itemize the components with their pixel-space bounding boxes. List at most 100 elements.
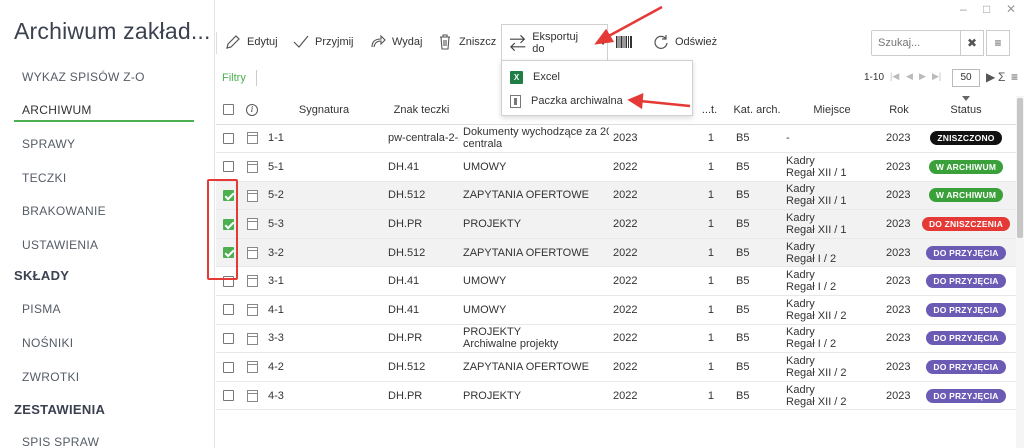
folder-icon [246, 275, 258, 288]
table-row[interactable]: 4-1 DH.41 UMOWY 2022 1 B5 Kadry Regał XII / 2 20… [216, 295, 1016, 325]
folder-icon [246, 132, 258, 145]
first-page-icon[interactable]: |◀ [890, 71, 899, 82]
refresh-button[interactable]: Odśwież [652, 30, 717, 54]
table-row[interactable]: 5-3 DH.PR PROJEKTY 2022 1 B5 Kadry Regał XII / … [216, 209, 1016, 239]
issue-button[interactable]: Wydaj [369, 30, 422, 54]
row-title-cell: PROJEKTY [459, 209, 609, 239]
filters-link[interactable]: Filtry [222, 72, 246, 84]
row-signature: 1-1 [264, 124, 384, 154]
row-checkbox[interactable] [222, 390, 234, 402]
status-badge: W ARCHIWUM [928, 159, 1004, 174]
sidebar-item-nośniki[interactable]: NOŚNIKI [22, 336, 73, 350]
sidebar-item-pisma[interactable]: PISMA [22, 302, 61, 316]
row-place: Kadry [786, 240, 815, 253]
table-row[interactable]: 1-1pw-centrala-2-20Dokumenty wychodzące … [216, 124, 1016, 154]
search-input[interactable] [871, 30, 961, 56]
table-row[interactable]: 5-1 DH.41 UMOWY 2022 1 B5 Kadry Regał XII / 1 20… [216, 152, 1016, 182]
sidebar-item-ustawienia[interactable]: USTAWIENIA [22, 238, 98, 252]
export-button[interactable]: Eksportuj do [501, 24, 608, 60]
table-row[interactable]: 4-2 DH.512 ZAPYTANIA OFERTOWE 2022 1 B5 Kadry R… [216, 352, 1016, 382]
last-page-icon[interactable]: ▶| [932, 71, 941, 82]
scrollbar-thumb[interactable] [1017, 98, 1023, 238]
row-place-cell: Kadry Regał XII / 2 [782, 352, 882, 382]
sidebar-item-brakowanie[interactable]: BRAKOWANIE [22, 204, 106, 218]
menu-button[interactable]: ≡ [986, 30, 1010, 56]
select-all-checkbox[interactable] [222, 104, 234, 116]
row-signature: 5-1 [264, 152, 384, 182]
table-row[interactable]: 4-3 DH.PR PROJEKTY 2022 1 B5 Kadry Regał XII / … [216, 381, 1016, 411]
edit-button[interactable]: Edytuj [224, 30, 278, 54]
row-checkbox[interactable] [222, 361, 234, 373]
export-package-item[interactable]: Paczka archiwalna [510, 90, 623, 112]
sidebar-item-teczki[interactable]: TECZKI [22, 171, 66, 185]
sort-icon[interactable]: ▶ [986, 70, 995, 84]
row-checkbox[interactable] [222, 333, 234, 345]
row-icon-cell [240, 124, 264, 154]
row-count: 1 [687, 124, 732, 154]
minimize-button[interactable]: – [960, 2, 967, 16]
selection-highlight-box [207, 179, 238, 280]
sidebar-section-składy[interactable]: SKŁADY [14, 268, 69, 283]
export-excel-label: Excel [533, 71, 560, 83]
row-place-sub: Regał XII / 1 [786, 166, 847, 179]
select-all-cell[interactable] [216, 96, 240, 125]
row-year-from: 2022 [609, 381, 687, 411]
sidebar-section-zestawienia[interactable]: ZESTAWIENIA [14, 402, 105, 417]
folder-icon [246, 218, 258, 231]
column-header-archive-category[interactable]: Kat. arch. [732, 96, 782, 125]
maximize-button[interactable]: □ [983, 2, 990, 16]
prev-page-icon[interactable]: ◀ [906, 71, 913, 82]
row-select-cell[interactable] [216, 124, 240, 154]
row-select-cell[interactable] [216, 324, 240, 354]
status-badge: DO PRZYJĘCIA [926, 245, 1006, 260]
accept-button[interactable]: Przyjmij [292, 30, 354, 54]
sidebar-item-spis-spraw[interactable]: SPIS SPRAW [22, 435, 99, 448]
row-icon-cell [240, 209, 264, 239]
sidebar-item-sprawy[interactable]: SPRAWY [22, 137, 75, 151]
barcode-button[interactable] [615, 30, 633, 54]
row-checkbox[interactable] [222, 161, 234, 173]
table-row[interactable]: 3-3 DH.PR PROJEKTY Archiwalne projekty 2022 1… [216, 324, 1016, 354]
next-page-icon[interactable]: ▶ [919, 71, 926, 82]
column-header-place[interactable]: Miejsce [782, 96, 882, 125]
row-select-cell[interactable] [216, 381, 240, 411]
row-title: UMOWY [463, 303, 507, 316]
app-title: Archiwum zakład... [14, 18, 211, 44]
row-checkbox[interactable] [222, 132, 234, 144]
row-year-from: 2022 [609, 209, 687, 239]
column-header-status[interactable]: Status [916, 96, 1016, 125]
sort-desc-icon [962, 96, 970, 101]
row-place-sub: Regał XII / 1 [786, 224, 847, 237]
status-badge: DO PRZYJĘCIA [926, 302, 1006, 317]
row-place-cell: Kadry Regał I / 2 [782, 238, 882, 268]
row-status-cell: DO ZNISZCZENIA [916, 209, 1016, 239]
sum-icon[interactable]: Σ [998, 70, 1005, 84]
row-select-cell[interactable] [216, 352, 240, 382]
row-icon-cell [240, 324, 264, 354]
row-archive-category: B5 [732, 209, 782, 239]
export-excel-item[interactable]: X Excel [510, 66, 560, 88]
table-row[interactable]: 3-1 DH.41 UMOWY 2022 1 B5 Kadry Regał I / 2 2023… [216, 266, 1016, 297]
destroy-button-label: Zniszcz [459, 36, 497, 48]
table-row[interactable]: 3-2 DH.512 ZAPYTANIA OFERTOWE 2022 1 B5 Kadry R… [216, 238, 1016, 268]
columns-menu-icon[interactable]: ≡ [1011, 70, 1018, 84]
row-title: UMOWY [463, 275, 507, 288]
row-count: 1 [687, 209, 732, 239]
sidebar-item-archiwum[interactable]: ARCHIWUM [22, 103, 92, 117]
row-select-cell[interactable] [216, 295, 240, 325]
page-size-input[interactable]: 50 [952, 69, 980, 87]
row-select-cell[interactable] [216, 152, 240, 182]
clear-search-button[interactable]: ✖ [960, 30, 984, 56]
row-icon-cell [240, 352, 264, 382]
column-header-year[interactable]: Rok [882, 96, 916, 125]
column-header-signature[interactable]: Sygnatura [264, 96, 384, 125]
destroy-button[interactable]: Zniszcz [436, 30, 496, 54]
table-row[interactable]: 5-2 DH.512 ZAPYTANIA OFERTOWE 2022 1 B5 Kadry R… [216, 181, 1016, 211]
column-header-file-mark[interactable]: Znak teczki [384, 96, 459, 125]
column-header-count[interactable]: ...t. [687, 96, 732, 125]
close-window-button[interactable]: ✕ [1006, 2, 1016, 16]
row-checkbox[interactable] [222, 304, 234, 316]
row-count: 1 [687, 295, 732, 325]
sidebar-item-zwrotki[interactable]: ZWROTKI [22, 370, 79, 384]
sidebar-item-wykaz-spisów-z-o[interactable]: WYKAZ SPISÓW Z-O [22, 70, 145, 84]
